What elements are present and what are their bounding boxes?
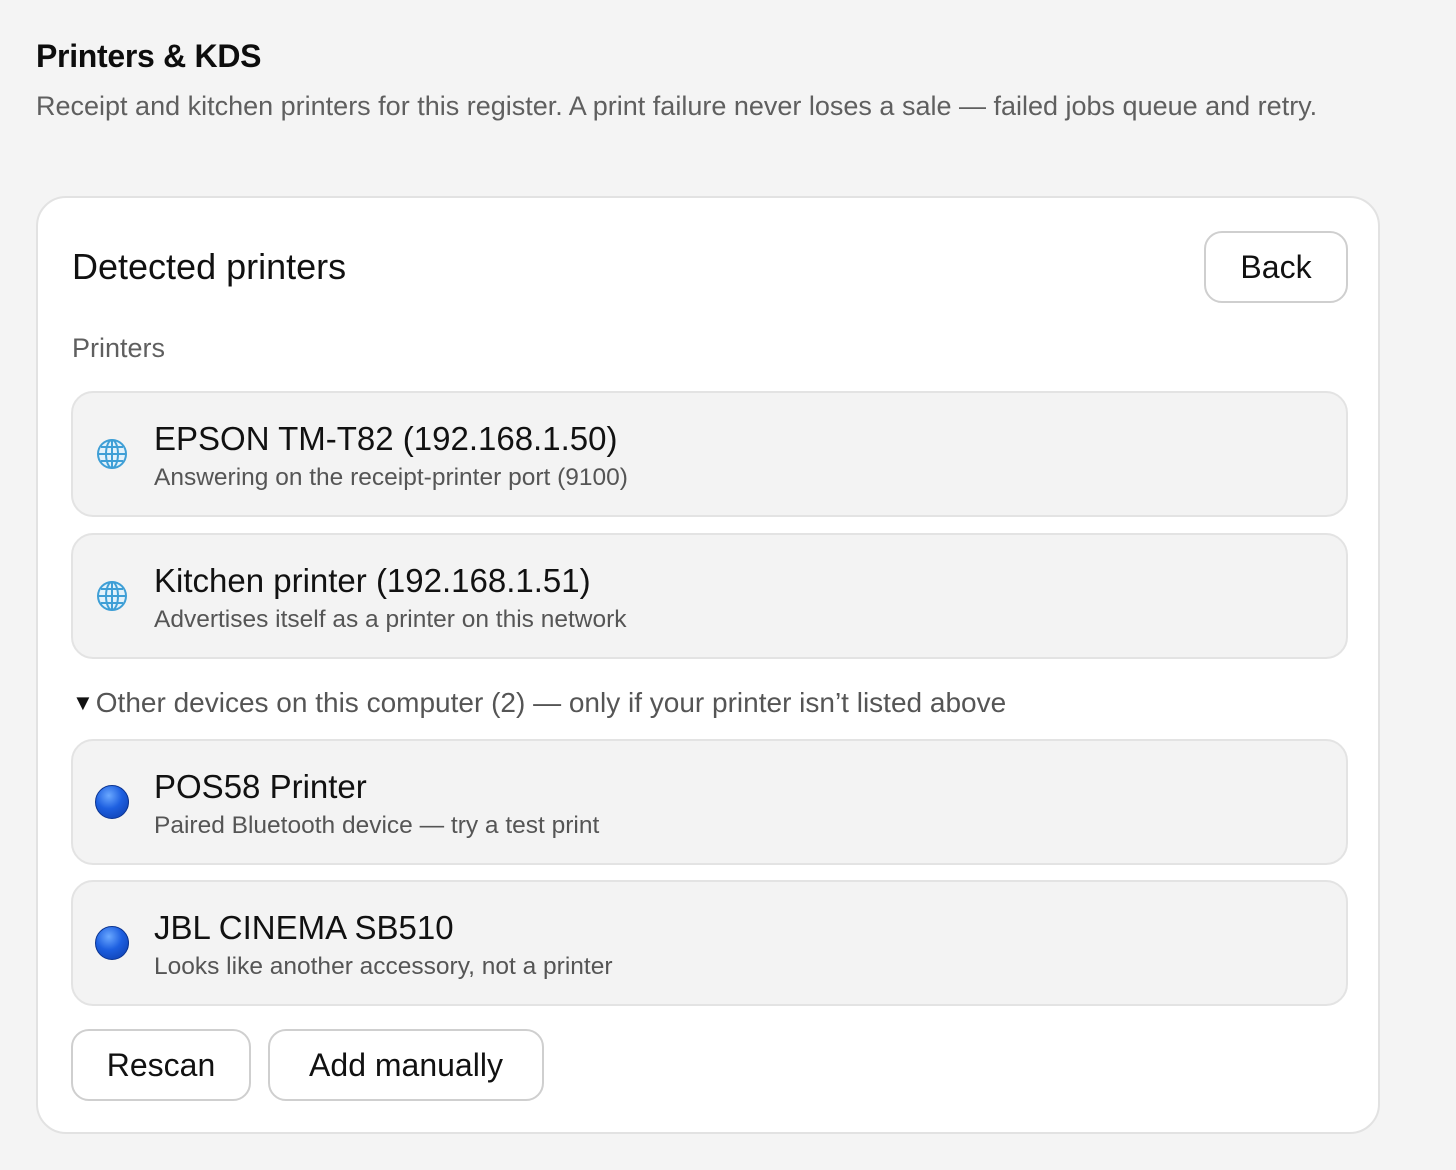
device-name: JBL CINEMA SB510 xyxy=(154,909,454,946)
back-button[interactable]: Back xyxy=(1204,231,1348,303)
printers-section-label: Printers xyxy=(72,333,166,363)
other-devices-label: Other devices on this computer (2) — onl… xyxy=(95,687,1007,718)
printer-row-epson[interactable]: EPSON TM-T82 (192.168.1.50) Answering on… xyxy=(71,391,1348,517)
blue-circle-icon xyxy=(95,785,129,819)
globe-icon xyxy=(97,581,127,611)
blue-circle-icon xyxy=(95,926,129,960)
add-manually-button[interactable]: Add manually xyxy=(268,1029,544,1101)
printer-description: Answering on the receipt-printer port (9… xyxy=(154,464,628,491)
printer-row-kitchen[interactable]: Kitchen printer (192.168.1.51) Advertise… xyxy=(71,533,1348,659)
printer-name: EPSON TM-T82 (192.168.1.50) xyxy=(154,420,618,457)
device-description: Paired Bluetooth device — try a test pri… xyxy=(154,812,600,839)
device-row-jbl[interactable]: JBL CINEMA SB510 Looks like another acce… xyxy=(71,880,1348,1006)
globe-icon xyxy=(97,439,127,469)
printer-description: Advertises itself as a printer on this n… xyxy=(154,606,627,633)
printer-name: Kitchen printer (192.168.1.51) xyxy=(154,562,591,599)
page-subtitle: Receipt and kitchen printers for this re… xyxy=(36,91,1318,121)
detected-printers-card: Detected printers Back Printers EPSON TM… xyxy=(36,196,1380,1134)
page-title: Printers & KDS xyxy=(36,38,262,74)
disclosure-triangle-icon: ▼ xyxy=(72,690,94,715)
rescan-button[interactable]: Rescan xyxy=(71,1029,251,1101)
other-devices-toggle[interactable]: ▼Other devices on this computer (2) — on… xyxy=(72,685,1006,721)
page-header: Printers & KDS Receipt and kitchen print… xyxy=(36,36,1386,126)
device-description: Looks like another accessory, not a prin… xyxy=(154,953,613,980)
device-row-pos58[interactable]: POS58 Printer Paired Bluetooth device — … xyxy=(71,739,1348,865)
card-title: Detected printers xyxy=(72,246,347,287)
device-name: POS58 Printer xyxy=(154,768,367,805)
